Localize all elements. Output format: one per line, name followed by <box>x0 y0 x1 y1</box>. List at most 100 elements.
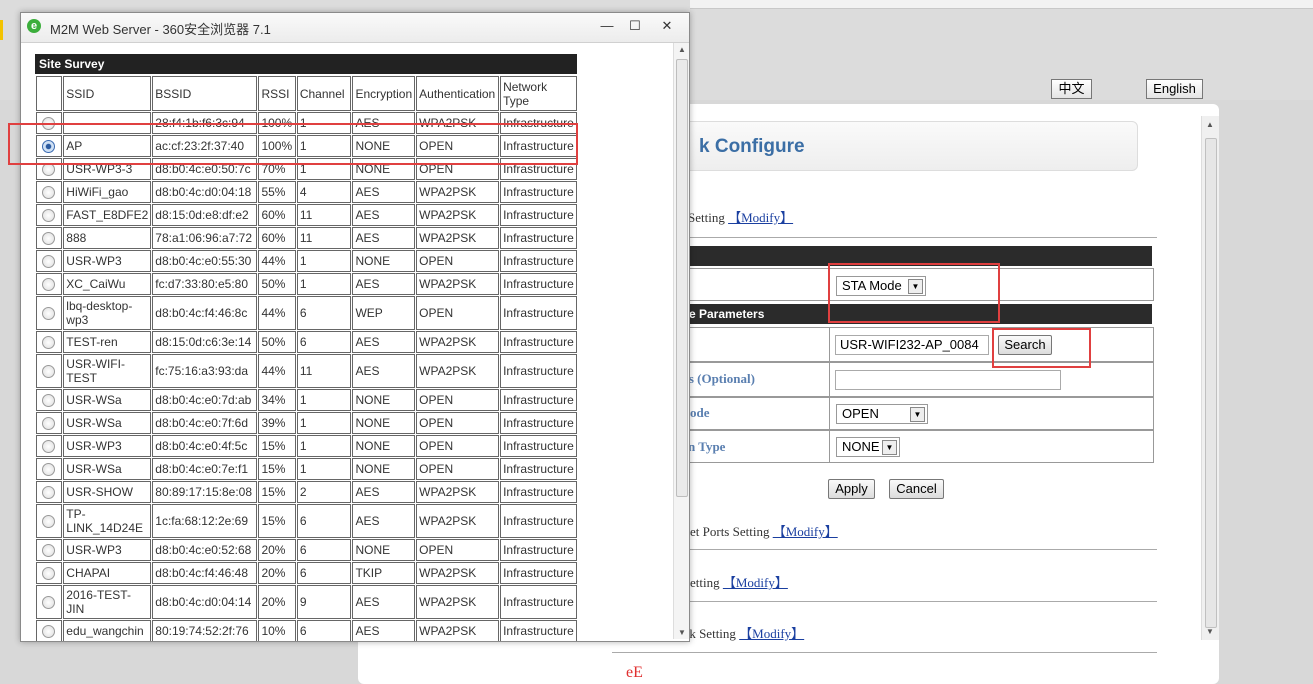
window-scrollbar[interactable]: ▲ ▼ <box>673 43 689 639</box>
ssid-cell: USR-WP3 <box>63 435 152 457</box>
network-type-cell: Infrastructure <box>500 250 577 272</box>
annotation-box-search <box>992 328 1091 368</box>
encryption-type-select[interactable]: NONE ▼ <box>836 437 900 457</box>
radio-cell <box>36 458 63 480</box>
bssid-cell: d8:b0:4c:d0:04:18 <box>152 181 258 203</box>
lang-chinese-button[interactable]: 中文 <box>1051 79 1092 99</box>
ssid-cell: 2016-TEST-JIN <box>63 585 152 619</box>
channel-cell: 1 <box>296 435 352 457</box>
network-radio[interactable] <box>42 186 55 200</box>
network-radio[interactable] <box>42 515 55 529</box>
ssid-cell: USR-WP3 <box>63 250 152 272</box>
network-type-cell: Infrastructure <box>500 481 577 503</box>
scroll-up-icon[interactable]: ▲ <box>1206 120 1214 129</box>
network-radio[interactable] <box>42 463 55 477</box>
network-radio[interactable] <box>42 440 55 454</box>
table-row[interactable]: USR-WSa d8:b0:4c:e0:7d:ab 34% 1 NONE OPEN Infr… <box>36 389 577 411</box>
table-row[interactable]: USR-WSa d8:b0:4c:e0:7e:f1 15% 1 NONE OPEN Infr… <box>36 458 577 480</box>
network-type-cell: Infrastructure <box>500 331 577 353</box>
network-radio[interactable] <box>42 278 55 292</box>
auth-mode-select[interactable]: OPEN ▼ <box>836 404 928 424</box>
radio-cell <box>36 273 63 295</box>
table-row[interactable]: USR-WP3 d8:b0:4c:e0:4f:5c 15% 1 NONE OPEN Infr… <box>36 435 577 457</box>
network-radio[interactable] <box>42 232 55 246</box>
network-radio[interactable] <box>42 596 55 610</box>
scroll-up-icon[interactable]: ▲ <box>678 45 686 54</box>
network-radio[interactable] <box>42 625 55 639</box>
radio-cell <box>36 389 63 411</box>
encryption-cell: NONE <box>352 389 416 411</box>
auth-cell: WPA2PSK <box>416 620 500 641</box>
scroll-down-icon[interactable]: ▼ <box>1206 627 1214 636</box>
network-radio[interactable] <box>42 336 55 350</box>
table-row[interactable]: lbq-desktop-wp3 d8:b0:4c:f4:46:8c 44% 6 WEP O… <box>36 296 577 330</box>
table-row[interactable]: XC_CaiWu fc:d7:33:80:e5:80 50% 1 AES WPA2PSK I… <box>36 273 577 295</box>
network-type-cell: Infrastructure <box>500 273 577 295</box>
auth-cell: OPEN <box>416 412 500 434</box>
encryption-cell: AES <box>352 504 416 538</box>
network-type-cell: Infrastructure <box>500 562 577 584</box>
page-scroll-thumb[interactable] <box>1205 138 1217 628</box>
table-row[interactable]: TP-LINK_14D24E 1c:fa:68:12:2e:69 15% 6 AES WP… <box>36 504 577 538</box>
ssid-cell: lbq-desktop-wp3 <box>63 296 152 330</box>
table-row[interactable]: USR-WP3 d8:b0:4c:e0:55:30 44% 1 NONE OPEN Infr… <box>36 250 577 272</box>
modify-link-1[interactable]: 【Modify】 <box>728 210 793 225</box>
table-row[interactable]: 2016-TEST-JIN d8:b0:4c:d0:04:14 20% 9 AES WPA… <box>36 585 577 619</box>
table-row[interactable]: TEST-ren d8:15:0d:c6:3e:14 50% 6 AES WPA2PSK I… <box>36 331 577 353</box>
ssid-cell: 888 <box>63 227 152 249</box>
encryption-cell: WEP <box>352 296 416 330</box>
window-titlebar[interactable]: e M2M Web Server - 360安全浏览器 7.1 — ☐ ✕ <box>21 13 689 43</box>
network-radio[interactable] <box>42 307 55 321</box>
bssid-cell: d8:15:0d:c6:3e:14 <box>152 331 258 353</box>
scroll-down-icon[interactable]: ▼ <box>678 628 686 637</box>
network-type-cell: Infrastructure <box>500 389 577 411</box>
table-row[interactable]: USR-WIFI-TEST fc:75:16:a3:93:da 44% 11 AES WP… <box>36 354 577 388</box>
ssid-cell: HiWiFi_gao <box>63 181 152 203</box>
window-scroll-thumb[interactable] <box>676 59 688 497</box>
ssid-cell: TEST-ren <box>63 331 152 353</box>
apply-button[interactable]: Apply <box>828 479 875 499</box>
bssid-cell: d8:b0:4c:e0:4f:5c <box>152 435 258 457</box>
cancel-button[interactable]: Cancel <box>889 479 944 499</box>
close-icon[interactable]: ✕ <box>653 16 681 36</box>
auth-cell: WPA2PSK <box>416 204 500 226</box>
table-row[interactable]: USR-SHOW 80:89:17:15:8e:08 15% 2 AES WPA2PSK I… <box>36 481 577 503</box>
bssid-cell: d8:b0:4c:f4:46:48 <box>152 562 258 584</box>
auth-cell: OPEN <box>416 296 500 330</box>
rssi-cell: 20% <box>258 585 296 619</box>
table-row[interactable]: CHAPAI d8:b0:4c:f4:46:48 20% 6 TKIP WPA2PSK In… <box>36 562 577 584</box>
radio-cell <box>36 227 63 249</box>
ssid-cell: USR-WSa <box>63 389 152 411</box>
minimize-icon[interactable]: — <box>593 16 621 36</box>
table-row[interactable]: edu_wangchin 80:19:74:52:2f:76 10% 6 AES WPA2… <box>36 620 577 641</box>
network-radio[interactable] <box>42 486 55 500</box>
maximize-icon[interactable]: ☐ <box>621 16 649 36</box>
network-radio[interactable] <box>42 255 55 269</box>
radio-cell <box>36 585 63 619</box>
modify-link-2[interactable]: 【Modify】 <box>773 524 838 539</box>
page-title: k Configure <box>699 136 805 157</box>
network-radio[interactable] <box>42 394 55 408</box>
network-radio[interactable] <box>42 365 55 379</box>
lang-english-button[interactable]: English <box>1146 79 1203 99</box>
auth-cell: OPEN <box>416 250 500 272</box>
ssid-input[interactable]: USR-WIFI232-AP_0084 <box>835 335 989 355</box>
radio-cell <box>36 539 63 561</box>
network-radio[interactable] <box>42 544 55 558</box>
table-row[interactable]: USR-WSa d8:b0:4c:e0:7f:6d 39% 1 NONE OPEN Infr… <box>36 412 577 434</box>
mac-input[interactable] <box>835 370 1061 390</box>
rssi-cell: 50% <box>258 273 296 295</box>
table-row[interactable]: HiWiFi_gao d8:b0:4c:d0:04:18 55% 4 AES WPA2PS… <box>36 181 577 203</box>
column-header-bssid: BSSID <box>152 76 258 111</box>
network-radio[interactable] <box>42 209 55 223</box>
network-radio[interactable] <box>42 163 55 177</box>
network-radio[interactable] <box>42 567 55 581</box>
rssi-cell: 34% <box>258 389 296 411</box>
table-row[interactable]: FAST_E8DFE2 d8:15:0d:e8:df:e2 60% 11 AES WPA2… <box>36 204 577 226</box>
table-row[interactable]: USR-WP3 d8:b0:4c:e0:52:68 20% 6 NONE OPEN Infr… <box>36 539 577 561</box>
modify-link-3[interactable]: 【Modify】 <box>723 575 788 590</box>
page-scrollbar[interactable]: ▲ ▼ <box>1201 116 1219 640</box>
network-radio[interactable] <box>42 417 55 431</box>
modify-link-4[interactable]: 【Modify】 <box>739 626 804 641</box>
table-row[interactable]: 888 78:a1:06:96:a7:72 60% 11 AES WPA2PSK Infra… <box>36 227 577 249</box>
